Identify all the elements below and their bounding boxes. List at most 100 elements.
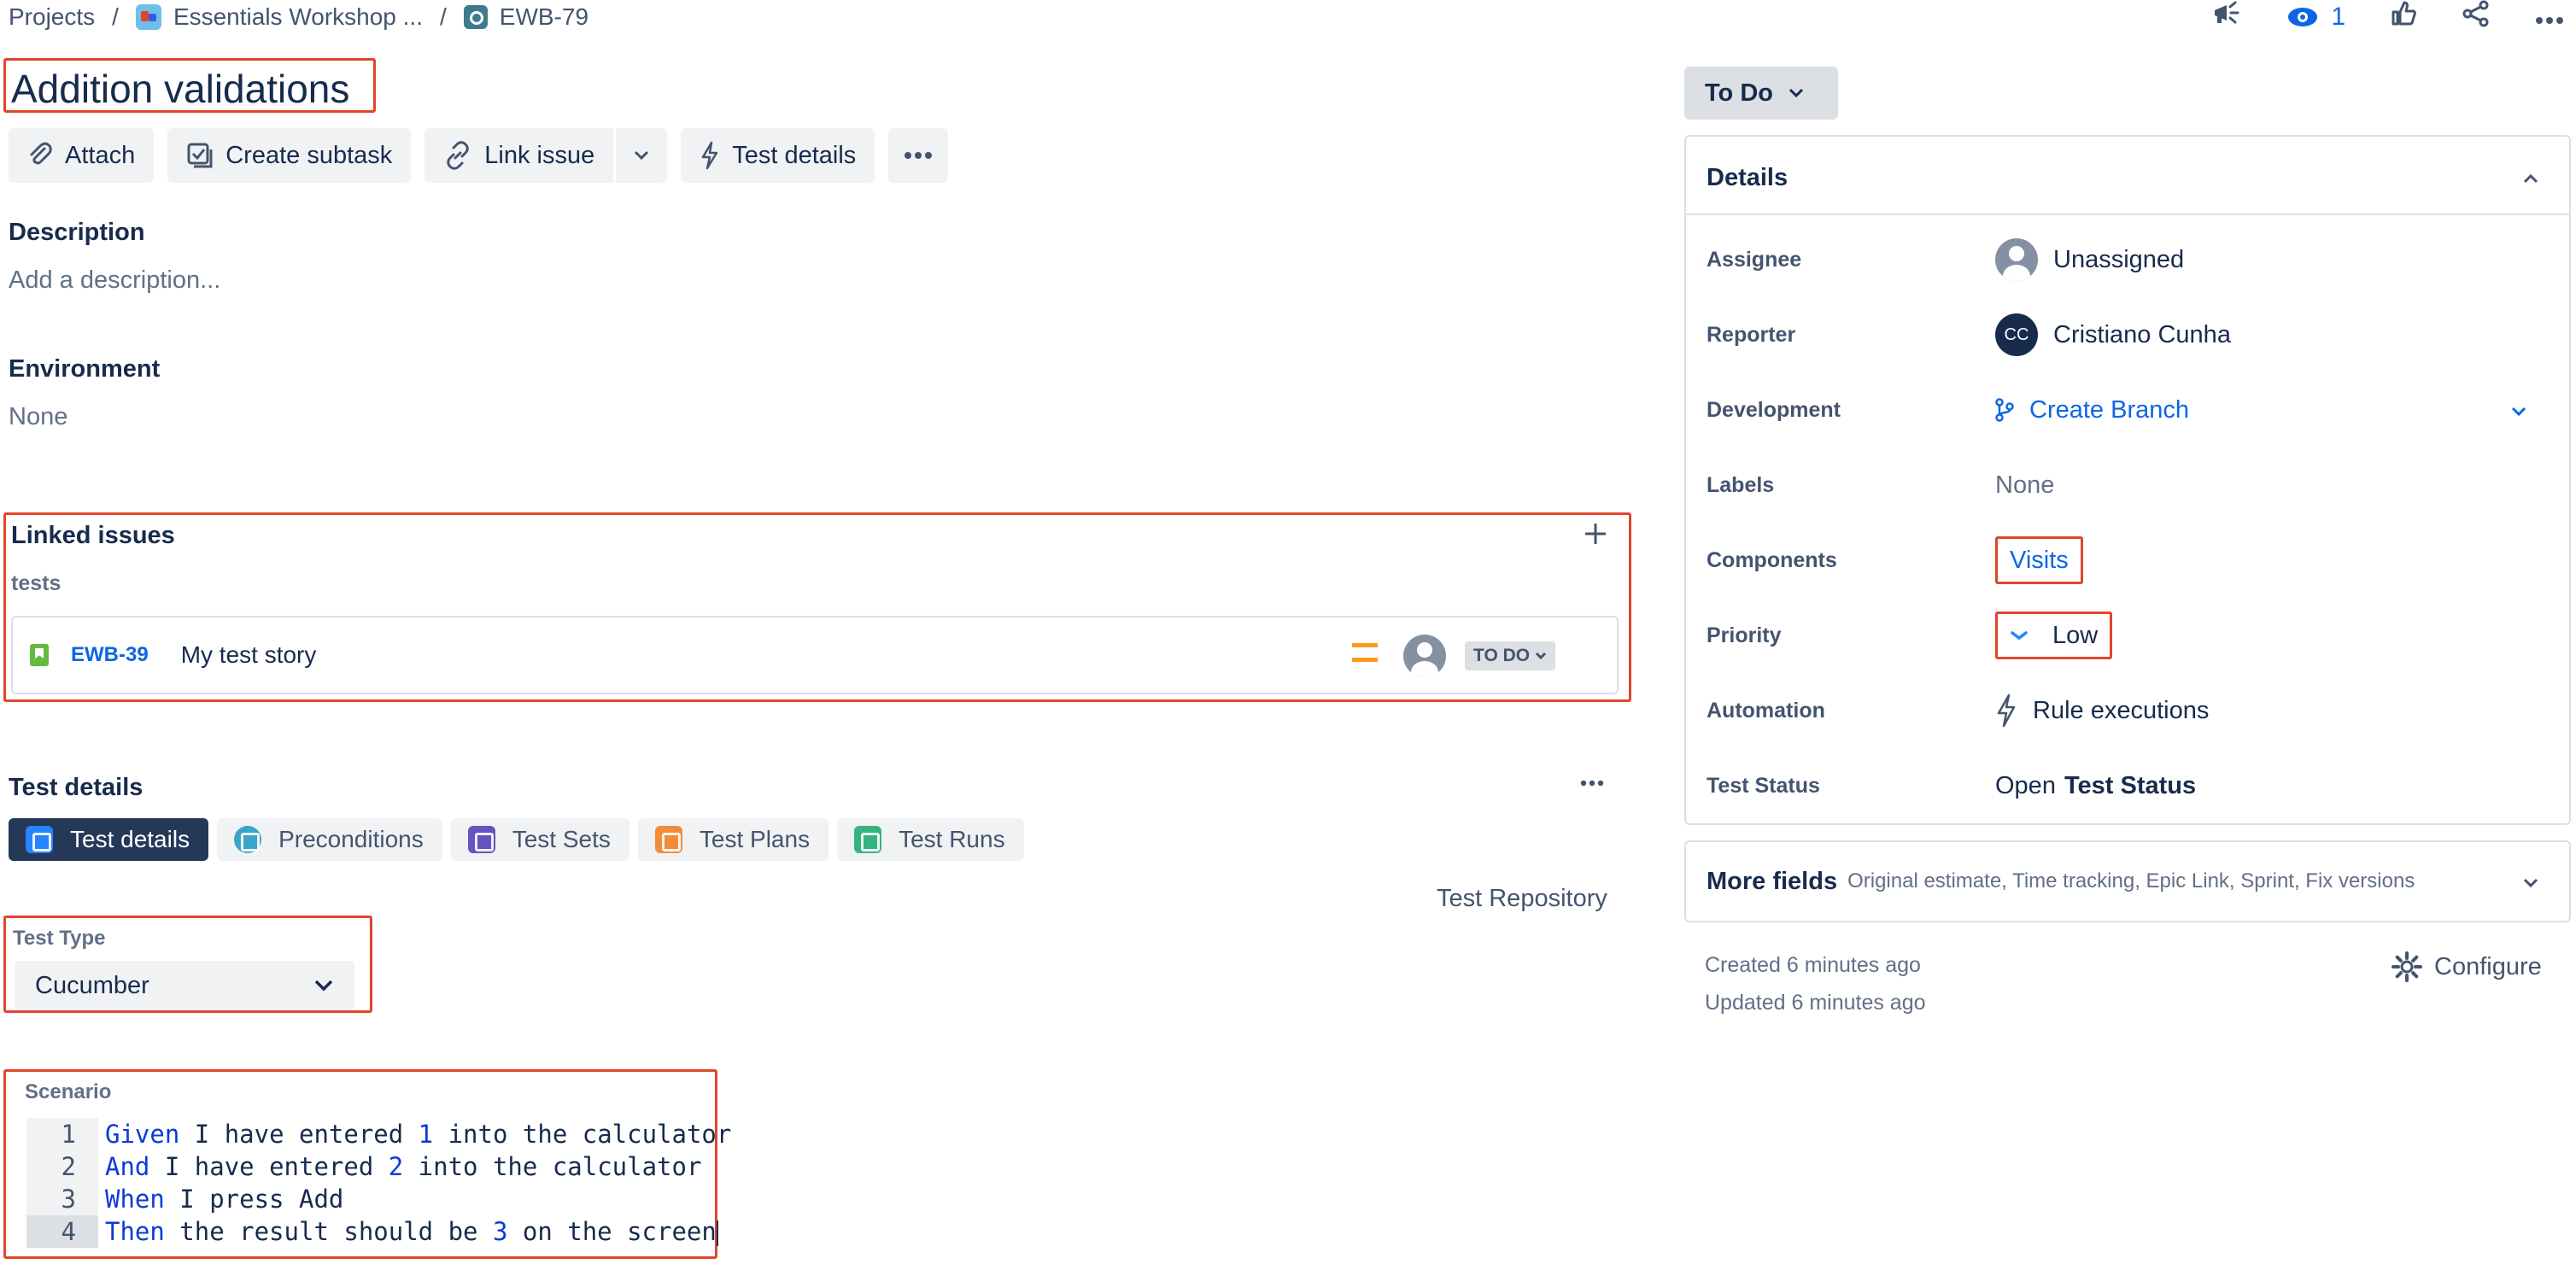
priority-value[interactable]: Low bbox=[1995, 612, 2113, 659]
chevron-up-icon[interactable] bbox=[2523, 162, 2538, 190]
description-field[interactable]: Add a description... bbox=[9, 266, 220, 295]
create-branch-link[interactable]: Create Branch bbox=[1995, 396, 2189, 424]
tab-test-sets[interactable]: Test Sets bbox=[450, 818, 629, 861]
linked-issue-row[interactable]: EWB-39 My test story TO DO bbox=[11, 616, 1619, 694]
reporter-avatar: CC bbox=[1995, 313, 2038, 356]
issue-title[interactable]: Addition validations bbox=[3, 58, 376, 113]
linked-issue-summary[interactable]: My test story bbox=[181, 641, 317, 669]
test-sets-tab-icon bbox=[467, 826, 495, 853]
test-repository-link[interactable]: Test Repository bbox=[1437, 885, 1607, 913]
code-text: I have entered bbox=[179, 1120, 419, 1149]
link-issue-button[interactable]: Link issue bbox=[424, 128, 614, 183]
chevron-down-icon[interactable] bbox=[2511, 396, 2526, 423]
thumbs-up-icon[interactable] bbox=[2390, 0, 2417, 34]
link-issue-label: Link issue bbox=[484, 141, 595, 169]
more-fields-heading: More fields bbox=[1707, 867, 1838, 895]
watch-button[interactable]: 1 bbox=[2286, 3, 2345, 32]
breadcrumb-project[interactable]: Essentials Workshop ... bbox=[135, 3, 423, 31]
test-type-field: Test Type Cucumber bbox=[3, 916, 372, 1013]
bolt-icon bbox=[1997, 693, 2016, 728]
linked-issues-panel: Linked issues tests EWB-39 My test story… bbox=[3, 512, 1631, 702]
gear-icon bbox=[2392, 951, 2422, 982]
test-type-select[interactable]: Cucumber bbox=[15, 961, 354, 1010]
chevron-down-icon bbox=[635, 150, 649, 161]
component-visits: Visits bbox=[2010, 546, 2069, 574]
field-development: Development Create Branch bbox=[1707, 384, 2552, 436]
more-icon bbox=[905, 152, 933, 159]
share-icon[interactable] bbox=[2462, 0, 2491, 34]
preconditions-tab-icon bbox=[234, 826, 262, 853]
code-line: 3 When I press Add bbox=[26, 1183, 731, 1215]
details-heading: Details bbox=[1707, 164, 1789, 191]
tab-preconditions[interactable]: Preconditions bbox=[217, 818, 442, 861]
code-number: 2 bbox=[388, 1152, 404, 1181]
reporter-value[interactable]: CC Cristiano Cunha bbox=[1995, 313, 2231, 356]
unassigned-avatar-icon bbox=[1995, 238, 2038, 281]
link-issue-split-button: Link issue bbox=[424, 128, 668, 183]
priority-low-icon bbox=[2011, 631, 2028, 641]
link-relation-label: tests bbox=[11, 571, 61, 595]
code-text: I have entered bbox=[149, 1152, 389, 1181]
gherkin-keyword: Then bbox=[105, 1217, 165, 1246]
test-status-value[interactable]: Open Test Status bbox=[1995, 772, 2196, 800]
tab-label: Test Sets bbox=[512, 826, 611, 852]
reporter-name: Cristiano Cunha bbox=[2053, 320, 2231, 348]
more-icon[interactable] bbox=[2535, 3, 2564, 32]
code-text: into the calculator bbox=[433, 1120, 732, 1149]
tab-test-runs[interactable]: Test Runs bbox=[837, 818, 1024, 861]
configure-button[interactable]: Configure bbox=[2392, 951, 2542, 982]
create-subtask-label: Create subtask bbox=[225, 141, 393, 169]
line-number: 2 bbox=[26, 1150, 98, 1183]
tab-test-plans[interactable]: Test Plans bbox=[637, 818, 829, 861]
test-details-heading: Test details bbox=[9, 774, 143, 801]
assignee-avatar bbox=[1403, 635, 1446, 677]
bolt-icon bbox=[701, 141, 718, 170]
details-panel: Details Assignee Unassigned Reporter CC … bbox=[1684, 135, 2571, 825]
status-label: To Do bbox=[1705, 79, 1773, 107]
components-value[interactable]: Visits bbox=[1995, 536, 2083, 584]
watch-count: 1 bbox=[2331, 3, 2345, 31]
more-fields-list: Original estimate, Time tracking, Epic L… bbox=[1847, 869, 2415, 892]
test-details-tabs: Test details Preconditions Test Sets Tes… bbox=[9, 818, 1024, 861]
issue-toolbar: Attach Create subtask Link issue Test de… bbox=[9, 128, 949, 183]
add-linked-issue-icon[interactable] bbox=[1583, 517, 1608, 555]
field-automation: Automation Rule executions bbox=[1707, 685, 2552, 736]
assignee-value[interactable]: Unassigned bbox=[1995, 238, 2184, 281]
code-line: 4 Then the result should be 3 on the scr… bbox=[26, 1215, 731, 1248]
labels-value[interactable]: None bbox=[1995, 471, 2054, 500]
test-details-tab-icon bbox=[26, 826, 53, 853]
created-timestamp: Created 6 minutes ago bbox=[1705, 953, 1921, 977]
scenario-code-editor[interactable]: 1 Given I have entered 1 into the calcul… bbox=[26, 1118, 731, 1248]
linked-issue-key[interactable]: EWB-39 bbox=[71, 643, 149, 667]
code-text: into the calculator bbox=[403, 1152, 702, 1181]
attach-button[interactable]: Attach bbox=[9, 128, 155, 183]
more-fields-panel[interactable]: More fields Original estimate, Time trac… bbox=[1684, 840, 2571, 922]
code-text: on the screen bbox=[507, 1217, 717, 1246]
linked-issue-status[interactable]: TO DO bbox=[1465, 641, 1556, 670]
breadcrumb-issue[interactable]: EWB-79 bbox=[463, 3, 589, 31]
create-subtask-button[interactable]: Create subtask bbox=[167, 128, 412, 183]
gherkin-keyword: When bbox=[105, 1185, 165, 1214]
breadcrumb-issue-key: EWB-79 bbox=[499, 3, 589, 30]
chevron-down-icon[interactable] bbox=[2523, 868, 2538, 894]
environment-field[interactable]: None bbox=[9, 403, 67, 431]
create-branch-label: Create Branch bbox=[2029, 395, 2189, 424]
field-labels: Labels None bbox=[1707, 459, 2552, 511]
rule-executions-link[interactable]: Rule executions bbox=[1995, 693, 2209, 728]
tab-test-details[interactable]: Test details bbox=[9, 818, 209, 861]
status-lozenge-label: TO DO bbox=[1473, 646, 1531, 665]
breadcrumb-projects[interactable]: Projects bbox=[9, 3, 95, 31]
test-details-label: Test details bbox=[732, 141, 857, 169]
code-text: the result should be bbox=[164, 1217, 493, 1246]
test-runs-tab-icon bbox=[854, 826, 882, 853]
link-issue-dropdown[interactable] bbox=[613, 128, 668, 183]
breadcrumb: Projects / Essentials Workshop ... / EWB… bbox=[9, 0, 588, 34]
megaphone-icon[interactable] bbox=[2211, 0, 2242, 34]
more-actions-button[interactable] bbox=[888, 128, 949, 183]
test-details-more-icon[interactable] bbox=[1580, 775, 1604, 791]
configure-label: Configure bbox=[2434, 952, 2542, 980]
test-type-label: Test Type bbox=[13, 927, 106, 950]
test-details-button[interactable]: Test details bbox=[681, 128, 875, 183]
priority-label: Low bbox=[2052, 621, 2099, 649]
status-dropdown[interactable]: To Do bbox=[1684, 67, 1838, 120]
